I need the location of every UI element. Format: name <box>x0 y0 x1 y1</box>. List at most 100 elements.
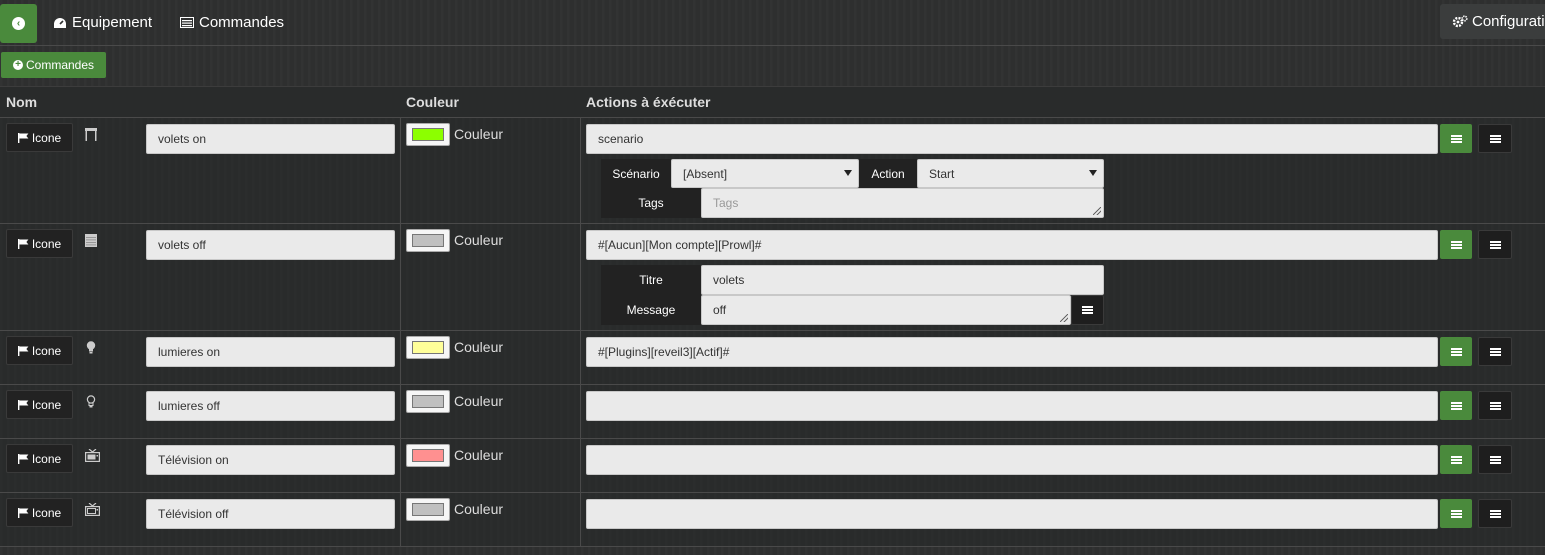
action-input[interactable] <box>586 445 1438 475</box>
list-icon <box>1489 240 1501 249</box>
command-name-value: volets off <box>158 238 206 252</box>
table-row: Icone volets on Couleur scenario Scénari… <box>0 118 1545 224</box>
action-input[interactable]: #[Aucun][Mon compte][Prowl]# <box>586 230 1438 260</box>
command-name-value: lumieres on <box>158 345 221 359</box>
list-icon <box>1450 509 1462 518</box>
color-swatch <box>412 449 444 462</box>
titre-input[interactable]: volets <box>701 265 1104 295</box>
table-row: Icone lumieres off Couleur <box>0 385 1545 439</box>
action-value: #[Aucun][Mon compte][Prowl]# <box>598 238 762 252</box>
tags-label: Tags <box>601 188 701 218</box>
color-swatch <box>412 341 444 354</box>
list-icon <box>1450 401 1462 410</box>
select-command-button[interactable] <box>1440 337 1472 366</box>
resize-handle-icon[interactable] <box>1093 207 1101 215</box>
command-name-input[interactable]: volets off <box>146 230 395 260</box>
command-name-value: lumieres off <box>158 399 220 413</box>
color-picker[interactable] <box>406 390 450 413</box>
icone-button[interactable]: Icone <box>6 390 73 419</box>
action-options-button[interactable] <box>1478 337 1512 366</box>
table-row: Icone volets off Couleur #[Aucun][Mon co… <box>0 224 1545 331</box>
icone-button[interactable]: Icone <box>6 336 73 365</box>
couleur-label: Couleur <box>454 393 504 409</box>
tags-placeholder: Tags <box>713 196 739 210</box>
action-options-button[interactable] <box>1478 230 1512 259</box>
plus-circle-icon: + <box>12 60 23 70</box>
icone-label: Icone <box>31 505 62 520</box>
action-input[interactable]: scenario <box>586 124 1438 154</box>
select-command-button[interactable] <box>1440 391 1472 420</box>
header-nom: Nom <box>6 94 38 110</box>
select-command-button[interactable] <box>1440 230 1472 259</box>
message-options-button[interactable] <box>1071 295 1104 325</box>
flag-icon <box>17 453 29 464</box>
color-swatch <box>412 503 444 516</box>
couleur-label: Couleur <box>454 501 504 517</box>
couleur-label: Couleur <box>454 447 504 463</box>
flag-icon <box>17 238 29 249</box>
command-name-input[interactable]: Télévision off <box>146 499 395 529</box>
icone-label: Icone <box>31 397 62 412</box>
flag-icon <box>17 132 29 143</box>
titre-value: volets <box>713 273 745 287</box>
action-value: scenario <box>598 132 644 146</box>
header-couleur: Couleur <box>406 94 459 110</box>
action-input[interactable] <box>586 391 1438 421</box>
table-header: Nom Couleur Actions à éxécuter <box>0 86 1545 118</box>
action-options-button[interactable] <box>1478 124 1512 153</box>
select-command-button[interactable] <box>1440 124 1472 153</box>
configuration-label: Configurati <box>1472 13 1545 30</box>
icone-button[interactable]: Icone <box>6 444 73 473</box>
icone-button[interactable]: Icone <box>6 229 73 258</box>
add-command-button[interactable]: + Commandes <box>1 52 106 78</box>
color-picker[interactable] <box>406 229 450 252</box>
action-input[interactable]: #[Plugins][reveil3][Actif]# <box>586 337 1438 367</box>
color-swatch <box>412 128 444 141</box>
action-input[interactable] <box>586 499 1438 529</box>
action-options-button[interactable] <box>1478 499 1512 528</box>
list-icon <box>180 17 194 28</box>
message-textarea[interactable]: off <box>701 295 1071 325</box>
resize-handle-icon[interactable] <box>1060 314 1068 322</box>
color-picker[interactable] <box>406 123 450 146</box>
tab-commandes[interactable]: Commandes <box>180 14 284 31</box>
tv-off-icon <box>84 502 100 516</box>
gears-icon <box>1452 15 1468 28</box>
scenario-select-value: [Absent] <box>683 166 728 181</box>
action-options-button[interactable] <box>1478 445 1512 474</box>
list-icon <box>1489 347 1501 356</box>
table-row: Icone Télévision on Couleur <box>0 439 1545 493</box>
command-name-value: Télévision on <box>158 453 229 467</box>
icone-label: Icone <box>31 130 62 145</box>
color-picker[interactable] <box>406 444 450 467</box>
select-command-button[interactable] <box>1440 499 1472 528</box>
command-name-input[interactable]: lumieres off <box>146 391 395 421</box>
color-swatch <box>412 395 444 408</box>
action-select[interactable]: Start <box>917 159 1104 188</box>
icone-button[interactable]: Icone <box>6 498 73 527</box>
lightbulb-off-icon <box>84 394 98 408</box>
table-row: Icone lumieres on Couleur #[Plugins][rev… <box>0 331 1545 385</box>
list-icon <box>1489 509 1501 518</box>
icone-button[interactable]: Icone <box>6 123 73 152</box>
tags-textarea[interactable]: Tags <box>701 188 1104 218</box>
top-navbar: ‹ Equipement Commandes Configurati <box>0 0 1545 46</box>
message-value: off <box>713 303 727 317</box>
command-name-input[interactable]: Télévision on <box>146 445 395 475</box>
select-command-button[interactable] <box>1440 445 1472 474</box>
back-button[interactable]: ‹ <box>0 4 37 43</box>
add-command-label: Commandes <box>25 58 95 72</box>
color-picker[interactable] <box>406 336 450 359</box>
caret-down-icon <box>844 170 852 176</box>
icone-label: Icone <box>31 343 62 358</box>
tab-equipement[interactable]: Equipement <box>53 14 152 31</box>
scenario-select[interactable]: [Absent] <box>671 159 859 188</box>
command-name-input[interactable]: volets on <box>146 124 395 154</box>
configuration-button[interactable]: Configurati <box>1440 4 1545 39</box>
lightbulb-on-icon <box>84 340 98 354</box>
flag-icon <box>17 399 29 410</box>
command-name-value: Télévision off <box>158 507 229 521</box>
command-name-input[interactable]: lumieres on <box>146 337 395 367</box>
action-options-button[interactable] <box>1478 391 1512 420</box>
color-picker[interactable] <box>406 498 450 521</box>
